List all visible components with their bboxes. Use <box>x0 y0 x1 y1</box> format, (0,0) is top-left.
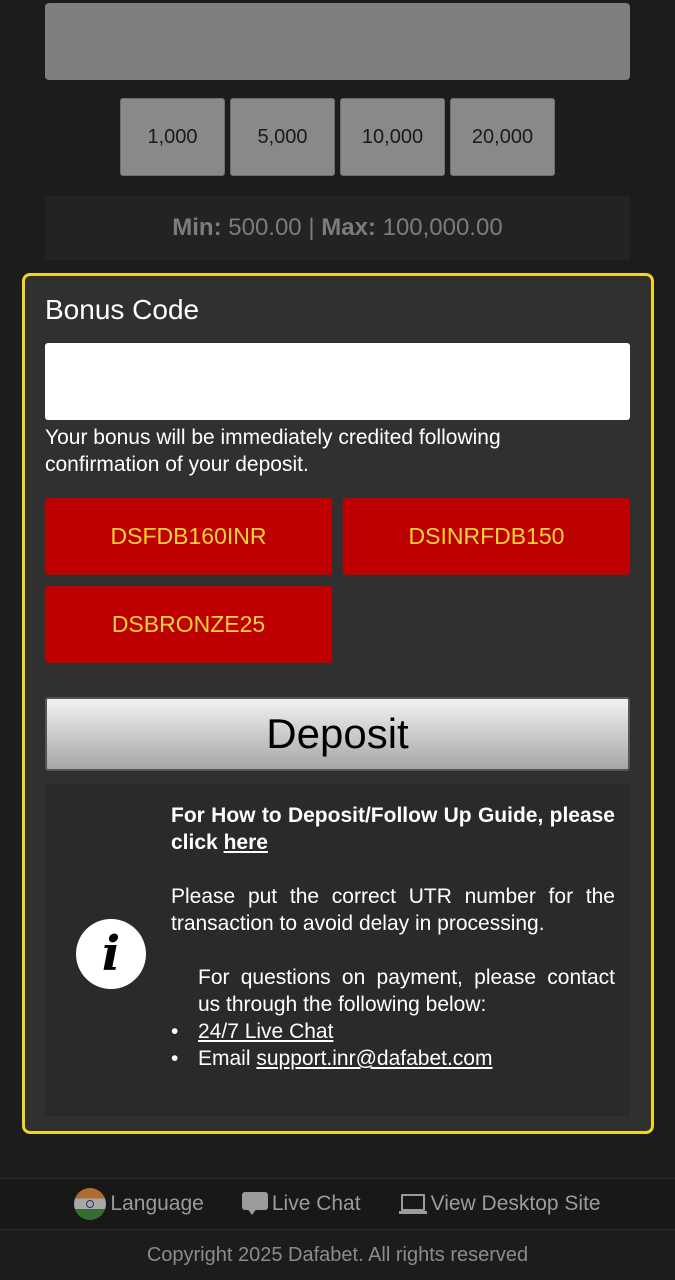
contact-section: For questions on payment, please contact… <box>171 964 615 1072</box>
language-label: Language <box>110 1192 204 1215</box>
footer-nav: Language Live Chat View Desktop Site <box>0 1178 675 1230</box>
min-value: 500.00 <box>228 214 302 241</box>
bonus-code-input[interactable] <box>45 343 630 420</box>
contact-text: For questions on payment, please contact… <box>198 966 615 1016</box>
email-link[interactable]: support.inr@dafabet.com <box>256 1047 492 1070</box>
desktop-site-link[interactable]: View Desktop Site <box>398 1192 601 1216</box>
list-item: Email support.inr@dafabet.com <box>171 1045 615 1072</box>
copyright: Copyright 2025 Dafabet. All rights reser… <box>0 1230 675 1280</box>
bonus-panel: Bonus Code Your bonus will be immediatel… <box>22 273 654 1134</box>
monitor-icon <box>398 1193 427 1215</box>
quick-amount-button[interactable]: 20,000 <box>450 98 555 176</box>
quick-amount-button[interactable]: 5,000 <box>230 98 335 176</box>
quick-amount-button[interactable]: 10,000 <box>340 98 445 176</box>
contact-list: 24/7 Live Chat Email support.inr@dafabet… <box>171 1018 615 1072</box>
deposit-button[interactable]: Deposit <box>45 697 630 771</box>
guide-link[interactable]: here <box>224 831 268 854</box>
live-chat-footer-link[interactable]: Live Chat <box>241 1192 361 1216</box>
info-icon: i <box>76 919 146 989</box>
utr-notice: Please put the correct UTR number for th… <box>171 885 615 935</box>
live-chat-label: Live Chat <box>271 1192 361 1215</box>
max-label: Max: <box>321 214 376 241</box>
limits-separator: | <box>308 214 315 241</box>
desktop-label: View Desktop Site <box>430 1192 601 1215</box>
amount-input[interactable] <box>45 3 630 80</box>
email-label: Email <box>198 1047 251 1070</box>
bonus-code-button[interactable]: DSBRONZE25 <box>45 586 332 663</box>
deposit-limits: Min: 500.00 | Max: 100,000.00 <box>45 196 630 260</box>
india-flag-icon <box>74 1188 107 1220</box>
info-text: For How to Deposit/Follow Up Guide, plea… <box>171 802 615 1072</box>
language-link[interactable]: Language <box>74 1188 204 1220</box>
bonus-code-button[interactable]: DSINRFDB150 <box>343 498 630 575</box>
bonus-note: Your bonus will be immediately credited … <box>45 426 501 476</box>
live-chat-link[interactable]: 24/7 Live Chat <box>198 1020 333 1043</box>
list-item: 24/7 Live Chat <box>171 1018 615 1045</box>
info-box: i For How to Deposit/Follow Up Guide, pl… <box>45 784 630 1116</box>
bonus-code-title: Bonus Code <box>45 294 200 325</box>
max-value: 100,000.00 <box>382 214 503 241</box>
min-label: Min: <box>172 214 222 241</box>
chat-bubble-icon <box>241 1192 268 1216</box>
bonus-code-button[interactable]: DSFDB160INR <box>45 498 332 575</box>
guide-instructions: For How to Deposit/Follow Up Guide, plea… <box>171 802 615 856</box>
quick-amount-button[interactable]: 1,000 <box>120 98 225 176</box>
